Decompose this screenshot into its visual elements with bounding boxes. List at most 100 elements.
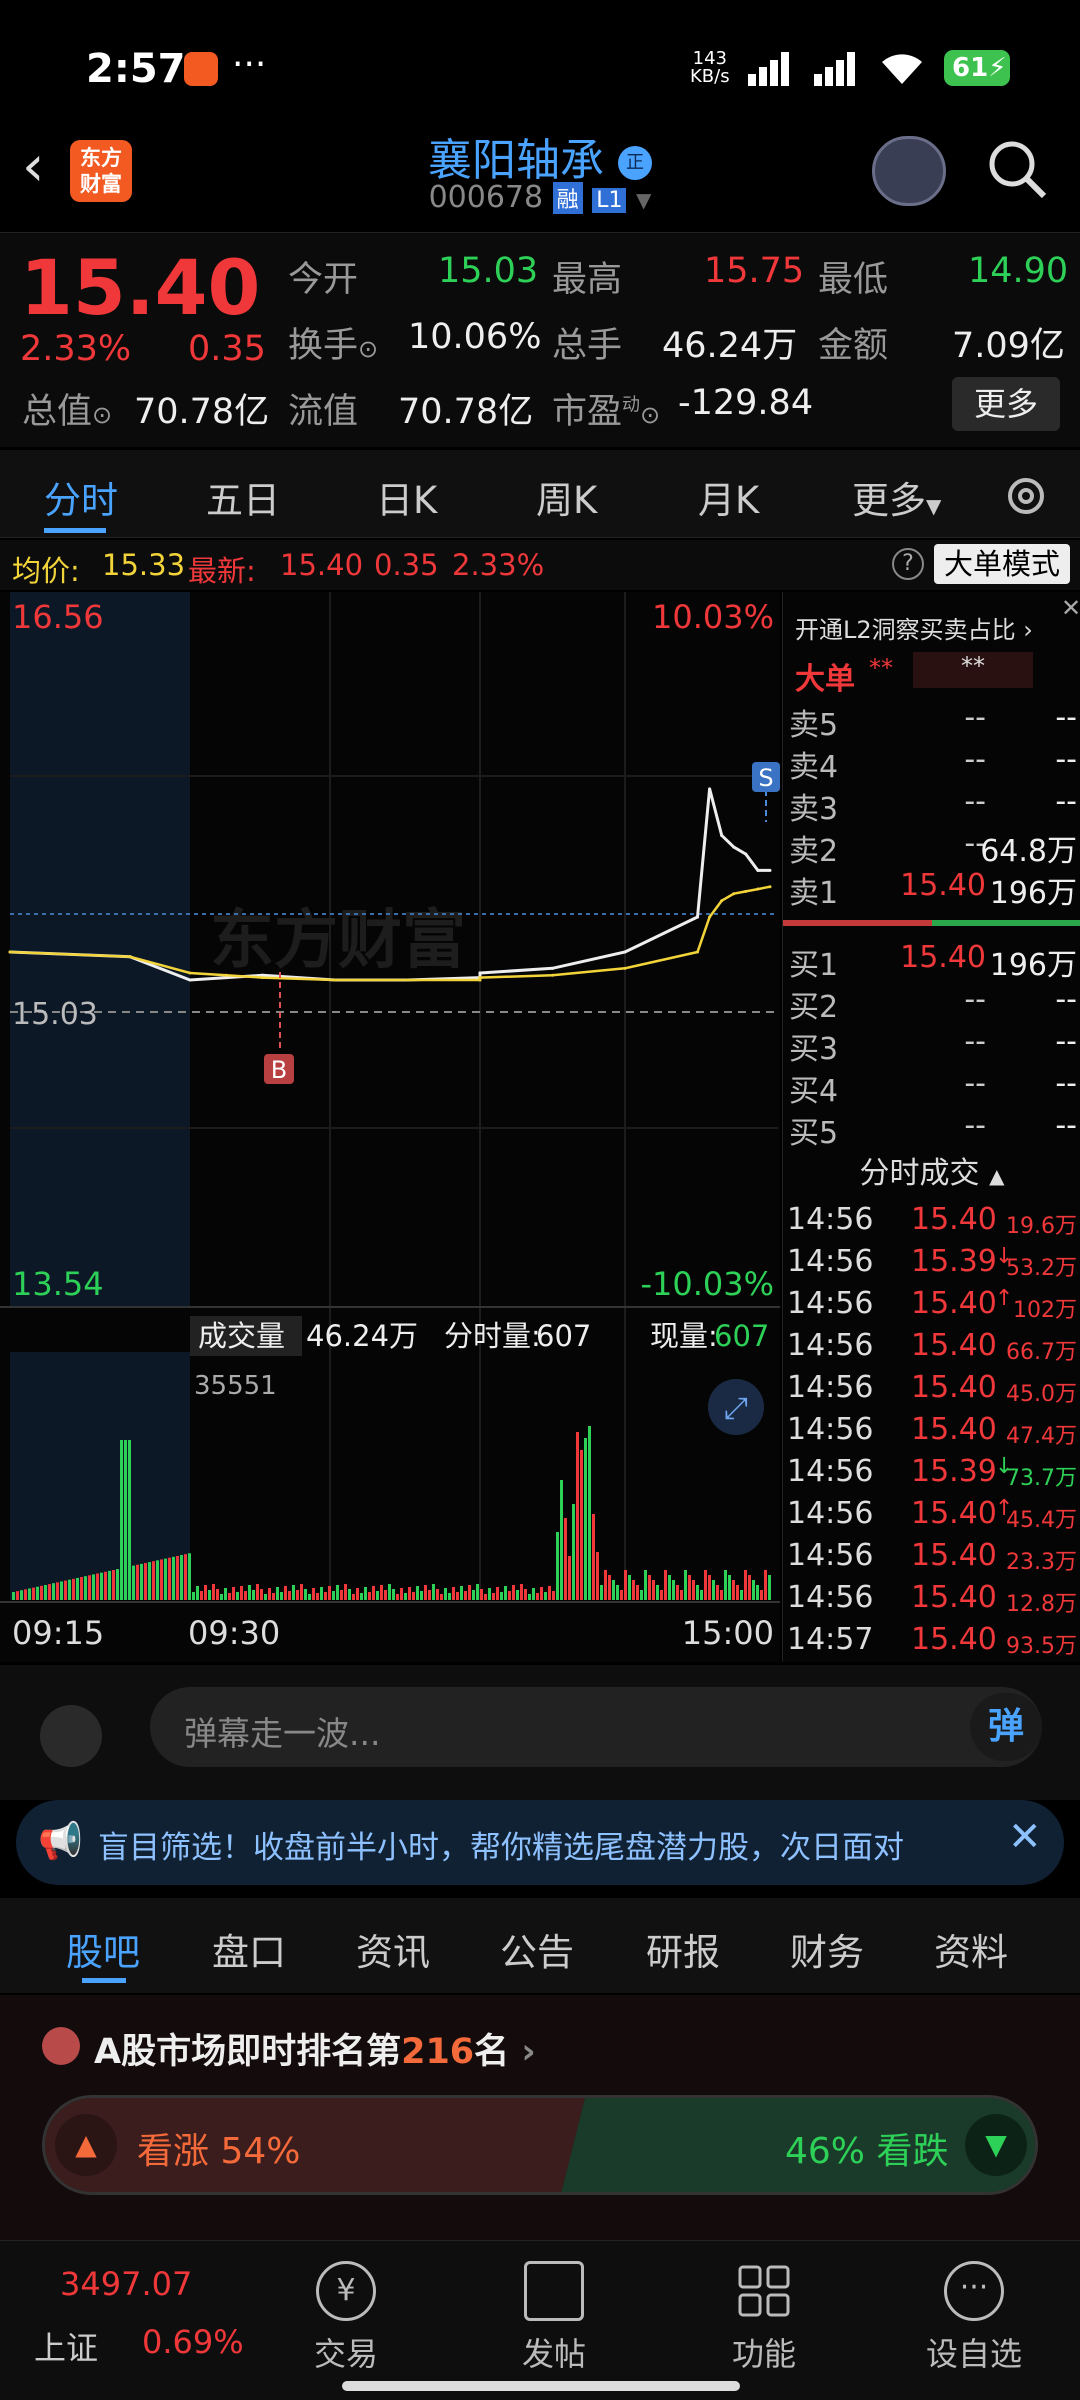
sell-level-3[interactable]: 卖3 -- -- — [783, 784, 1080, 827]
average-price-line-point — [8, 950, 12, 954]
bullish-vote-button[interactable]: ▲ — [55, 2114, 117, 2176]
tab-research[interactable]: 研报 — [646, 1922, 720, 1976]
volume-bar — [324, 1592, 327, 1600]
trade-time: 14:56 — [787, 1244, 874, 1279]
buy-level-5[interactable]: 买5 -- -- — [783, 1108, 1080, 1151]
volume-bar — [352, 1594, 355, 1600]
average-price-line-point — [261, 976, 264, 980]
tab-weekly-k[interactable]: 周K — [536, 470, 597, 524]
trade-icon[interactable]: ¥ — [316, 2261, 376, 2321]
volume-bar — [392, 1589, 395, 1600]
quote-panel: 15.40 2.33% 0.35 今开 15.03 最高 15.75 最低 14… — [0, 232, 1080, 447]
tab-finance[interactable]: 财务 — [790, 1922, 864, 1976]
buy-level-4[interactable]: 买4 -- -- — [783, 1066, 1080, 1109]
rank-text[interactable]: A股市场即时排名第216名 › — [94, 2023, 536, 2074]
chart-tabs: 分时 五日 日K 周K 月K 更多▼ — [0, 450, 1080, 538]
volume-bar — [332, 1591, 335, 1600]
sell-level-4[interactable]: 卖2 -- 64.8万 — [783, 826, 1080, 869]
post-icon[interactable] — [524, 2261, 584, 2321]
volume-bar — [584, 1438, 587, 1600]
sell-level-5[interactable]: 卖1 15.40 196万 — [783, 868, 1080, 911]
volume-bar — [432, 1584, 435, 1600]
tab-monthly-k[interactable]: 月K — [698, 470, 759, 524]
function-grid-icon[interactable] — [734, 2261, 794, 2321]
volume-bar — [664, 1570, 667, 1600]
bullish-label: 看涨 — [137, 2131, 210, 2172]
vote-bar: ▲ 看涨 54% 46% 看跌 ▼ — [42, 2095, 1038, 2195]
buy-price: -- — [964, 1024, 986, 1059]
sell-level-2[interactable]: 卖4 -- -- — [783, 742, 1080, 785]
tab-daily-k[interactable]: 日K — [376, 470, 437, 524]
nav-post[interactable]: 发帖 — [484, 2329, 624, 2375]
volume-bar — [344, 1584, 347, 1600]
tab-news[interactable]: 资讯 — [356, 1922, 430, 1976]
tab-intraday[interactable]: 分时 — [44, 470, 118, 524]
volume-bar — [512, 1585, 515, 1600]
nav-function[interactable]: 功能 — [694, 2329, 834, 2375]
volume-bar — [112, 1570, 115, 1600]
close-icon[interactable]: ✕ — [1008, 1814, 1042, 1860]
info-icon[interactable]: ⊙ — [92, 401, 112, 429]
volume-bar — [376, 1591, 379, 1600]
volume-bar — [600, 1585, 603, 1600]
nav-watchlist[interactable]: 设自选 — [904, 2329, 1044, 2375]
notice-banner[interactable]: 📢 盲目筛选！收盘前半小时，帮你精选尾盘潜力股，次日面对 ✕ — [16, 1800, 1064, 1885]
volume-max-label: 35551 — [194, 1371, 277, 1401]
buy-label: 买3 — [789, 1032, 839, 1067]
info-icon[interactable]: ⊙ — [640, 401, 660, 429]
comment-list-icon[interactable] — [40, 1705, 102, 1767]
l2-promo-link[interactable]: 开通L2洞察买卖占比 › — [795, 610, 1033, 645]
more-button[interactable]: 更多 — [952, 377, 1060, 431]
price-line-point — [732, 845, 736, 849]
buy-level-2[interactable]: 买2 -- -- — [783, 982, 1080, 1025]
settings-gear-icon[interactable] — [1002, 472, 1050, 520]
tab-handicap[interactable]: 盘口 — [212, 1922, 286, 1976]
tab-announcements[interactable]: 公告 — [500, 1922, 574, 1976]
big-order-mode-button[interactable]: 大单模式 — [934, 544, 1070, 584]
volume-bar — [316, 1593, 319, 1600]
volume-label: 总手 — [552, 326, 623, 366]
intraday-chart[interactable]: 东方财富 16.56 13.54 15.03 10.03% -10.03% B … — [0, 592, 780, 1662]
bearish-vote-button[interactable]: ▼ — [965, 2114, 1027, 2176]
volume-bar — [240, 1586, 243, 1600]
tab-five-day[interactable]: 五日 — [206, 470, 280, 524]
index-pct[interactable]: 0.69% — [142, 2323, 244, 2361]
info-icon[interactable]: ⊙ — [358, 335, 378, 363]
index-name[interactable]: 上证 — [34, 2323, 98, 2369]
volume-bar — [156, 1560, 159, 1600]
volume-bar — [288, 1591, 291, 1600]
buy-level-1[interactable]: 买1 15.40 196万 — [783, 940, 1080, 983]
danmu-input[interactable]: 弹幕走一波... 弹 — [150, 1687, 1042, 1767]
expand-glyph: ⤢ — [724, 1391, 748, 1426]
sell-label: 卖1 — [789, 876, 839, 911]
sell-level-1[interactable]: 卖5 -- -- — [783, 700, 1080, 743]
trade-arrow: ↑ — [995, 1286, 1014, 1311]
danmu-send-button[interactable]: 弹 — [970, 1693, 1042, 1761]
trades-header[interactable]: 分时成交 ▲ — [783, 1148, 1080, 1192]
volume-bar — [28, 1588, 31, 1600]
help-icon[interactable]: ? — [892, 548, 924, 580]
tab-forum[interactable]: 股吧 — [66, 1922, 140, 1976]
volume-bar — [108, 1570, 111, 1600]
close-icon[interactable]: ✕ — [1061, 594, 1080, 622]
tab-profile[interactable]: 资料 — [934, 1922, 1008, 1976]
tab-more[interactable]: 更多▼ — [852, 470, 941, 524]
chevron-down-icon[interactable]: ▼ — [636, 188, 651, 212]
robot-assistant-icon[interactable] — [872, 136, 946, 206]
volume-bar — [236, 1592, 239, 1600]
average-price-line-point — [551, 973, 554, 977]
volume-bar — [212, 1584, 215, 1600]
buy-volume: -- — [1055, 1066, 1077, 1101]
search-icon[interactable] — [986, 138, 1050, 202]
volume-bar — [536, 1593, 539, 1600]
buy-volume: -- — [1055, 982, 1077, 1017]
index-value[interactable]: 3497.07 — [60, 2265, 192, 2303]
buy-level-3[interactable]: 买3 -- -- — [783, 1024, 1080, 1067]
buy-label: 买1 — [789, 948, 839, 983]
volume-bar — [252, 1590, 255, 1600]
volume-bar — [120, 1440, 123, 1600]
nav-trade[interactable]: 交易 — [276, 2329, 416, 2375]
trade-time: 14:56 — [787, 1202, 874, 1237]
more-circle-icon[interactable]: ··· — [944, 2261, 1004, 2321]
volume-bar — [748, 1575, 751, 1600]
